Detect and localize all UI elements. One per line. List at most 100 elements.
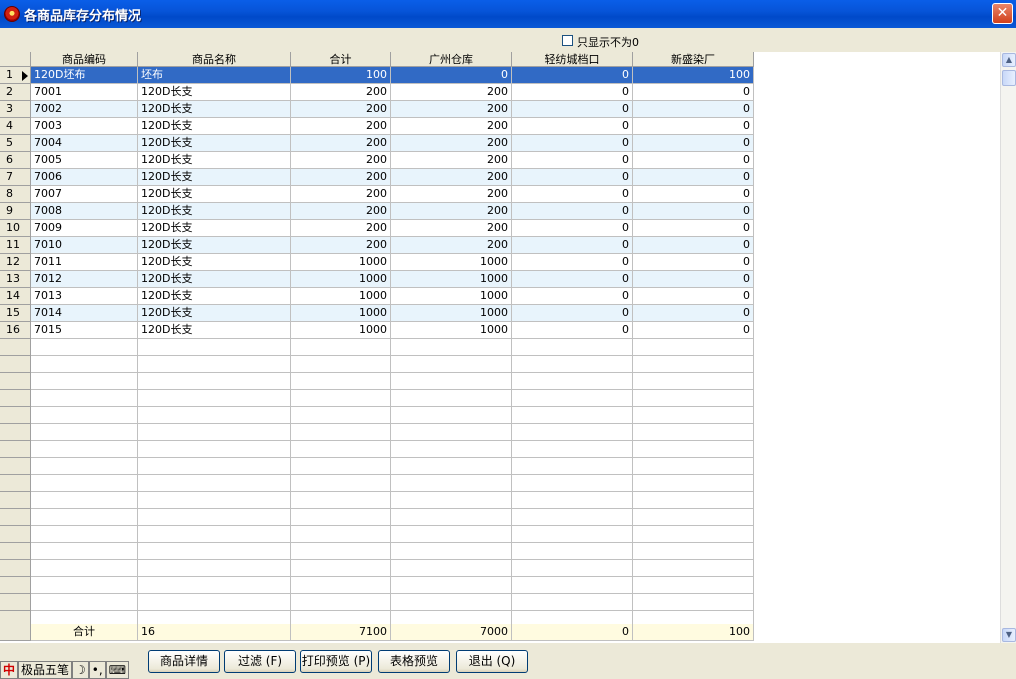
table-cell[interactable]: 120D长支 [138,135,291,152]
exit-button[interactable]: 退出 (Q) [456,650,528,673]
table-cell[interactable]: 0 [633,237,754,254]
table-cell[interactable]: 7013 [31,288,138,305]
table-cell[interactable]: 0 [633,322,754,339]
table-cell[interactable]: 0 [512,305,633,322]
table-cell[interactable]: 0 [512,169,633,186]
table-cell[interactable]: 200 [391,169,512,186]
table-cell[interactable]: 200 [391,135,512,152]
table-cell[interactable]: 200 [391,220,512,237]
table-cell[interactable]: 0 [633,101,754,118]
scroll-up-icon[interactable]: ▲ [1002,53,1016,67]
table-cell[interactable]: 1000 [291,271,391,288]
table-cell[interactable]: 120D长支 [138,288,291,305]
table-cell[interactable]: 7012 [31,271,138,288]
column-header[interactable]: 合计 [291,52,391,67]
table-cell[interactable]: 0 [512,67,633,84]
table-cell[interactable]: 120D长支 [138,254,291,271]
table-cell[interactable]: 120D长支 [138,220,291,237]
ime-name[interactable]: 极品五笔 [18,661,73,679]
table-cell[interactable]: 1000 [391,254,512,271]
row-number[interactable]: 12 [0,254,31,271]
table-cell[interactable]: 0 [633,271,754,288]
row-number[interactable]: 3 [0,101,31,118]
table-cell[interactable]: 200 [391,237,512,254]
table-cell[interactable]: 120D长支 [138,322,291,339]
table-cell[interactable]: 200 [391,152,512,169]
table-cell[interactable]: 120D长支 [138,169,291,186]
table-cell[interactable]: 7010 [31,237,138,254]
vertical-scrollbar[interactable]: ▲ ▼ [1000,52,1016,643]
table-cell[interactable]: 120D长支 [138,305,291,322]
table-cell[interactable]: 0 [512,84,633,101]
row-number[interactable]: 5 [0,135,31,152]
table-cell[interactable]: 120D长支 [138,237,291,254]
table-cell[interactable]: 1000 [391,271,512,288]
punctuation-icon[interactable]: •, [88,661,106,679]
table-cell[interactable]: 0 [633,84,754,101]
table-cell[interactable]: 120D长支 [138,271,291,288]
scroll-down-icon[interactable]: ▼ [1002,628,1016,642]
column-header[interactable]: 轻纺城档口 [512,52,633,67]
table-cell[interactable]: 坯布 [138,67,291,84]
table-cell[interactable]: 200 [291,220,391,237]
table-cell[interactable]: 0 [512,288,633,305]
table-cell[interactable]: 0 [633,305,754,322]
table-cell[interactable]: 7005 [31,152,138,169]
inventory-grid[interactable]: 商品编码 商品名称 合计 广州仓库 轻纺城档口 新盛染厂 1 120D坯布 坯布 100 0 0 100… [0,52,1000,643]
row-number[interactable]: 9 [0,203,31,220]
close-button[interactable]: ✕ [992,3,1013,24]
scroll-thumb[interactable] [1002,70,1016,86]
table-cell[interactable]: 7004 [31,135,138,152]
table-cell[interactable]: 1000 [291,305,391,322]
table-cell[interactable]: 0 [512,271,633,288]
table-cell[interactable]: 1000 [291,288,391,305]
column-header[interactable]: 广州仓库 [391,52,512,67]
table-cell[interactable]: 0 [512,322,633,339]
table-cell[interactable]: 0 [512,186,633,203]
table-cell[interactable]: 200 [391,84,512,101]
table-cell[interactable]: 0 [391,67,512,84]
table-cell[interactable]: 0 [633,169,754,186]
table-cell[interactable]: 0 [512,152,633,169]
table-cell[interactable]: 0 [633,186,754,203]
table-cell[interactable]: 7006 [31,169,138,186]
product-detail-button[interactable]: 商品详情 [148,650,220,673]
table-cell[interactable]: 7002 [31,101,138,118]
column-header[interactable]: 商品名称 [138,52,291,67]
table-cell[interactable]: 200 [391,118,512,135]
table-cell[interactable]: 200 [391,186,512,203]
table-cell[interactable]: 120D长支 [138,118,291,135]
table-cell[interactable]: 7011 [31,254,138,271]
table-cell[interactable]: 100 [633,67,754,84]
table-cell[interactable]: 100 [291,67,391,84]
keyboard-icon[interactable]: ⌨ [105,661,130,679]
table-cell[interactable]: 120D长支 [138,101,291,118]
row-number[interactable]: 6 [0,152,31,169]
table-cell[interactable]: 0 [633,220,754,237]
table-cell[interactable]: 0 [633,135,754,152]
table-cell[interactable]: 120D坯布 [31,67,138,84]
table-cell[interactable]: 200 [291,203,391,220]
table-cell[interactable]: 120D长支 [138,203,291,220]
moon-icon[interactable]: ☽ [72,661,89,679]
row-number[interactable]: 14 [0,288,31,305]
table-cell[interactable]: 7008 [31,203,138,220]
table-cell[interactable]: 200 [291,237,391,254]
row-number[interactable]: 2 [0,84,31,101]
table-cell[interactable]: 0 [633,288,754,305]
table-cell[interactable]: 0 [512,135,633,152]
row-number[interactable]: 13 [0,271,31,288]
table-cell[interactable]: 200 [291,186,391,203]
table-cell[interactable]: 200 [391,203,512,220]
table-cell[interactable]: 1000 [291,254,391,271]
table-cell[interactable]: 7015 [31,322,138,339]
table-cell[interactable]: 7007 [31,186,138,203]
table-cell[interactable]: 200 [391,101,512,118]
column-header[interactable]: 新盛染厂 [633,52,754,67]
table-cell[interactable]: 200 [291,152,391,169]
table-cell[interactable]: 0 [633,152,754,169]
ime-lang-indicator[interactable]: 中 [0,661,19,679]
table-cell[interactable]: 200 [291,101,391,118]
table-cell[interactable]: 200 [291,84,391,101]
filter-button[interactable]: 过滤 (F) [224,650,296,673]
